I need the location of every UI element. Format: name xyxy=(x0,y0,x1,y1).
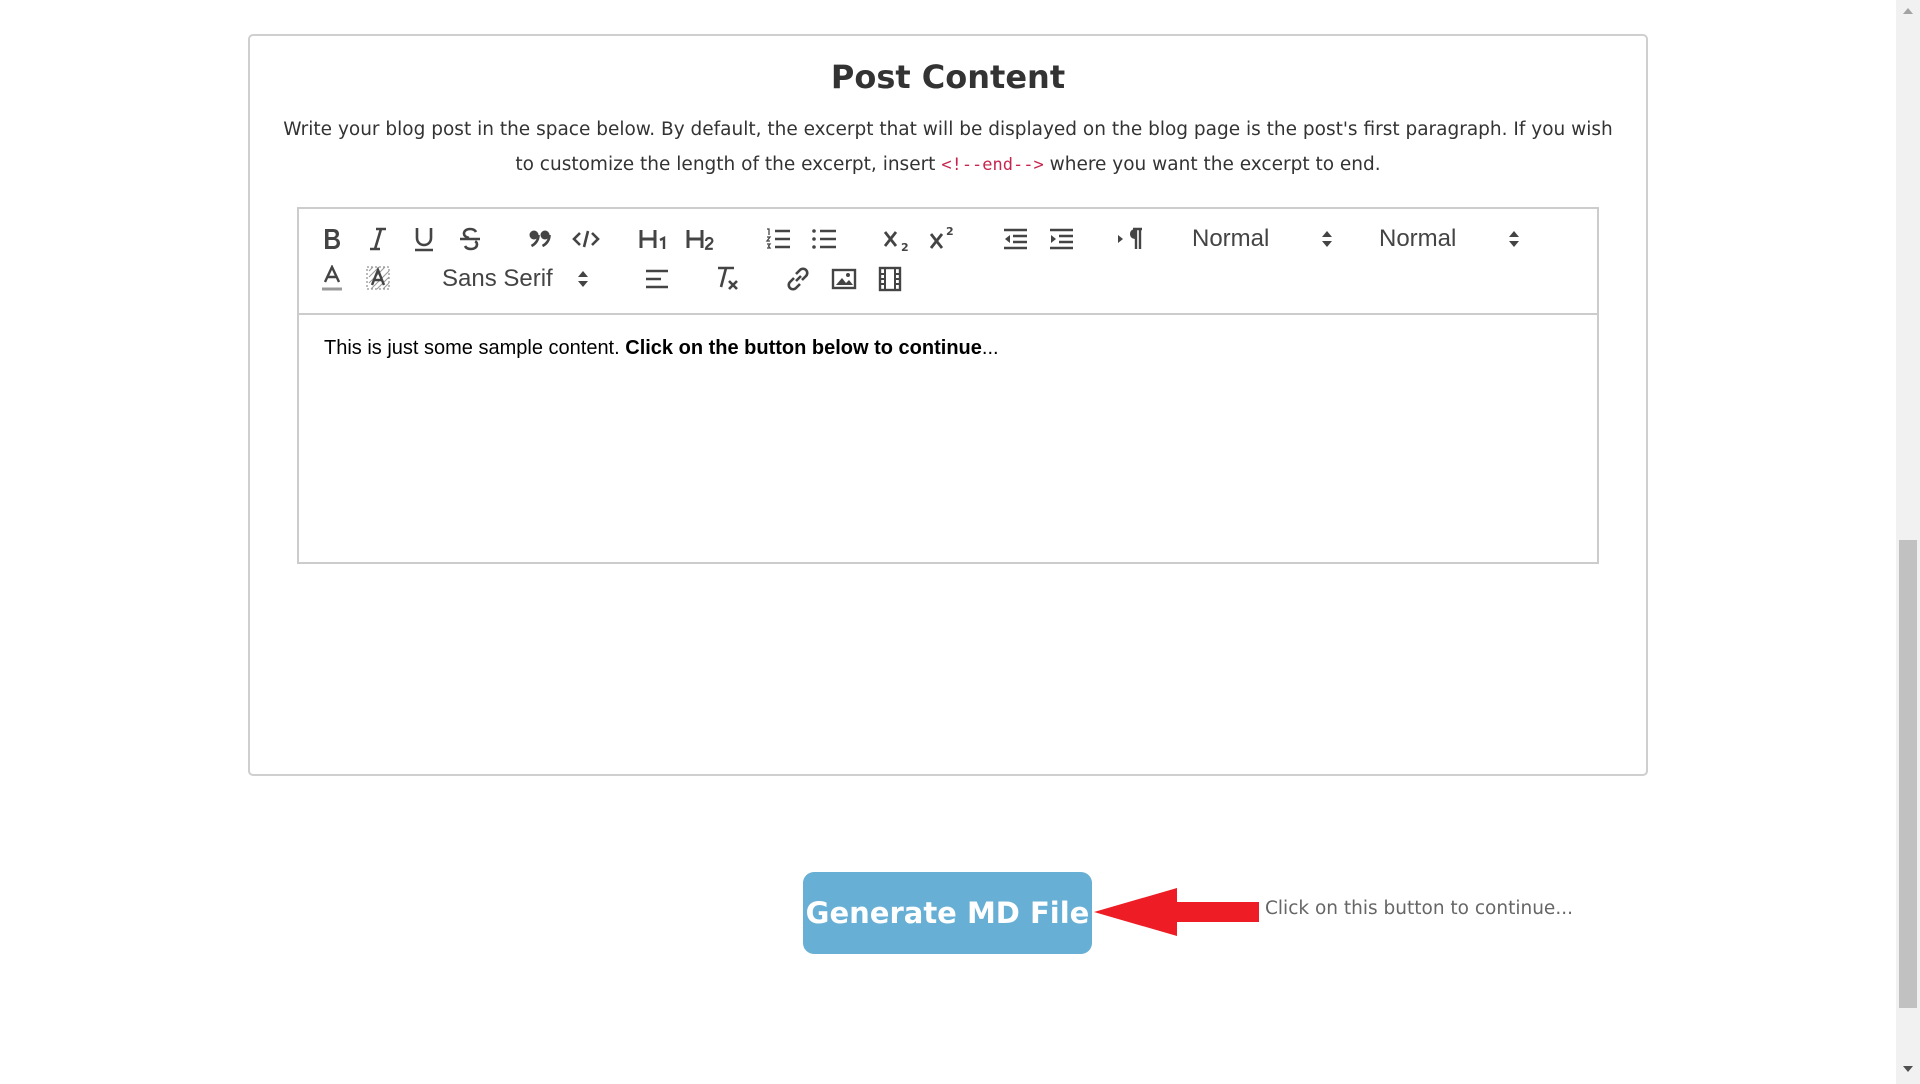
content-bold-text: Click on the button below to continue xyxy=(625,337,982,359)
text-direction-button[interactable] xyxy=(1115,223,1145,255)
align-icon xyxy=(644,268,670,290)
rich-text-editor: 2 2 Normal Normal Sans Serif This is jus… xyxy=(297,207,1599,564)
align-button[interactable] xyxy=(642,263,672,295)
clear-format-icon xyxy=(714,265,742,293)
header-select[interactable]: Normal xyxy=(1192,223,1342,255)
ordered-list-icon xyxy=(765,227,791,251)
scroll-down-arrow-icon[interactable] xyxy=(1900,1062,1916,1076)
text-color-button[interactable] xyxy=(317,263,347,295)
editor-content[interactable]: This is just some sample content. Click … xyxy=(299,315,1597,562)
code-block-icon xyxy=(572,229,600,249)
header-select-value: Normal xyxy=(1192,225,1270,252)
excerpt-marker-code: <!--end--> xyxy=(941,155,1044,175)
subscript-button[interactable]: 2 xyxy=(881,223,911,255)
link-button[interactable] xyxy=(783,263,813,295)
indent-icon xyxy=(1048,228,1074,250)
font-select[interactable]: Sans Serif xyxy=(442,263,592,295)
underline-icon xyxy=(413,226,435,252)
image-icon xyxy=(831,267,857,291)
text-color-icon xyxy=(319,265,345,293)
outdent-icon xyxy=(1002,228,1028,250)
code-block-button[interactable] xyxy=(571,223,601,255)
background-color-button[interactable] xyxy=(363,263,393,295)
blockquote-button[interactable] xyxy=(525,223,555,255)
clear-format-button[interactable] xyxy=(713,263,743,295)
video-icon xyxy=(878,266,902,292)
underline-button[interactable] xyxy=(409,223,439,255)
strikethrough-icon xyxy=(459,227,481,251)
header-2-button[interactable] xyxy=(684,223,718,255)
description-text-end: where you want the excerpt to end. xyxy=(1049,154,1381,175)
content-tail-text: ... xyxy=(981,337,999,359)
svg-text:2: 2 xyxy=(946,226,954,238)
link-icon xyxy=(784,265,812,293)
editor-toolbar: 2 2 Normal Normal Sans Serif xyxy=(299,209,1597,315)
bullet-list-icon xyxy=(811,227,837,251)
size-select[interactable]: Normal xyxy=(1379,223,1529,255)
size-select-value: Normal xyxy=(1379,225,1457,252)
content-plain-text: This is just some sample content. xyxy=(324,337,620,359)
header-1-button[interactable] xyxy=(637,223,671,255)
italic-icon xyxy=(368,227,388,251)
italic-button[interactable] xyxy=(363,223,393,255)
outdent-button[interactable] xyxy=(1000,223,1030,255)
background-color-icon xyxy=(365,265,391,293)
image-button[interactable] xyxy=(829,263,859,295)
rtl-direction-icon xyxy=(1116,227,1144,251)
scroll-up-arrow-icon[interactable] xyxy=(1900,4,1916,18)
scrollbar-thumb[interactable] xyxy=(1899,540,1917,1008)
generate-md-file-button[interactable]: Generate MD File xyxy=(803,872,1092,954)
card-description: Write your blog post in the space below.… xyxy=(280,112,1616,183)
blockquote-icon xyxy=(528,229,552,249)
indent-button[interactable] xyxy=(1046,223,1076,255)
header-1-icon xyxy=(638,227,670,251)
page-title: Post Content xyxy=(830,58,1066,96)
ordered-list-button[interactable] xyxy=(763,223,793,255)
select-arrows-icon xyxy=(1320,228,1334,250)
svg-text:2: 2 xyxy=(901,241,909,252)
superscript-button[interactable]: 2 xyxy=(927,223,957,255)
select-arrows-icon xyxy=(1507,228,1521,250)
bold-button[interactable] xyxy=(317,223,347,255)
video-button[interactable] xyxy=(875,263,905,295)
select-arrows-icon xyxy=(576,268,590,290)
bold-icon xyxy=(322,227,342,251)
font-select-value: Sans Serif xyxy=(442,265,553,292)
header-2-icon xyxy=(685,227,717,251)
page: Post Content Write your blog post in the… xyxy=(0,0,1920,1084)
superscript-icon: 2 xyxy=(928,226,956,252)
red-arrow-icon xyxy=(1094,888,1259,936)
hint-text: Click on this button to continue... xyxy=(1265,898,1573,919)
subscript-icon: 2 xyxy=(882,226,910,252)
strikethrough-button[interactable] xyxy=(455,223,485,255)
bullet-list-button[interactable] xyxy=(809,223,839,255)
